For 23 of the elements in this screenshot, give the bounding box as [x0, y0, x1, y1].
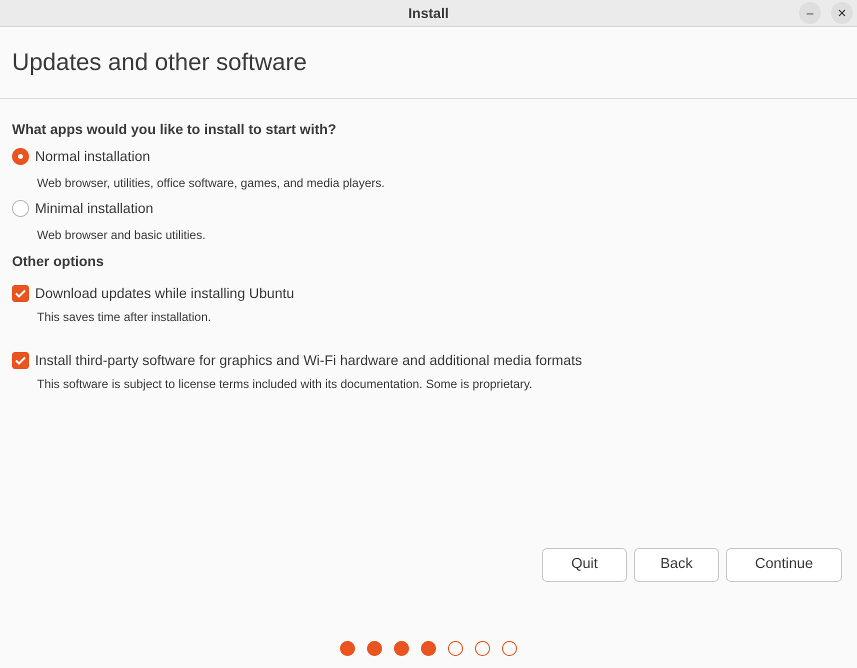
option-label: Minimal installation: [35, 198, 154, 218]
option-label: Install third-party software for graphics and Wi-Fi hardware and additional media formats: [35, 350, 582, 370]
checkmark-icon: [15, 356, 26, 364]
section-heading: What apps would you like to install to start with?: [12, 120, 338, 139]
section-heading: Other options: [12, 252, 105, 271]
page-heading: Updates and other software: [12, 48, 307, 78]
minimize-button[interactable]: –: [799, 2, 821, 24]
checkmark-icon: [15, 288, 26, 298]
radio-button[interactable]: [12, 148, 29, 164]
option-description: This saves time after installation.: [37, 309, 212, 326]
checkbox[interactable]: [12, 352, 29, 368]
option-description: Web browser, utilities, office software, games, and media players.: [37, 175, 386, 192]
option-label: Download updates while installing Ubuntu: [35, 284, 294, 303]
radio-button[interactable]: [12, 200, 29, 216]
window-title: Install: [408, 4, 449, 22]
dialog-button[interactable]: Continue: [726, 548, 842, 582]
dialog-button[interactable]: Quit: [542, 548, 627, 582]
option-description: Web browser and basic utilities.: [37, 227, 207, 244]
checkbox[interactable]: [12, 284, 29, 302]
option-description: This software is subject to license terms included with its documentation. Some is proprietary.: [37, 376, 534, 393]
dialog-button[interactable]: Back: [634, 548, 719, 582]
close-button[interactable]: ×: [831, 2, 853, 24]
option-label: Normal installation: [35, 146, 150, 166]
